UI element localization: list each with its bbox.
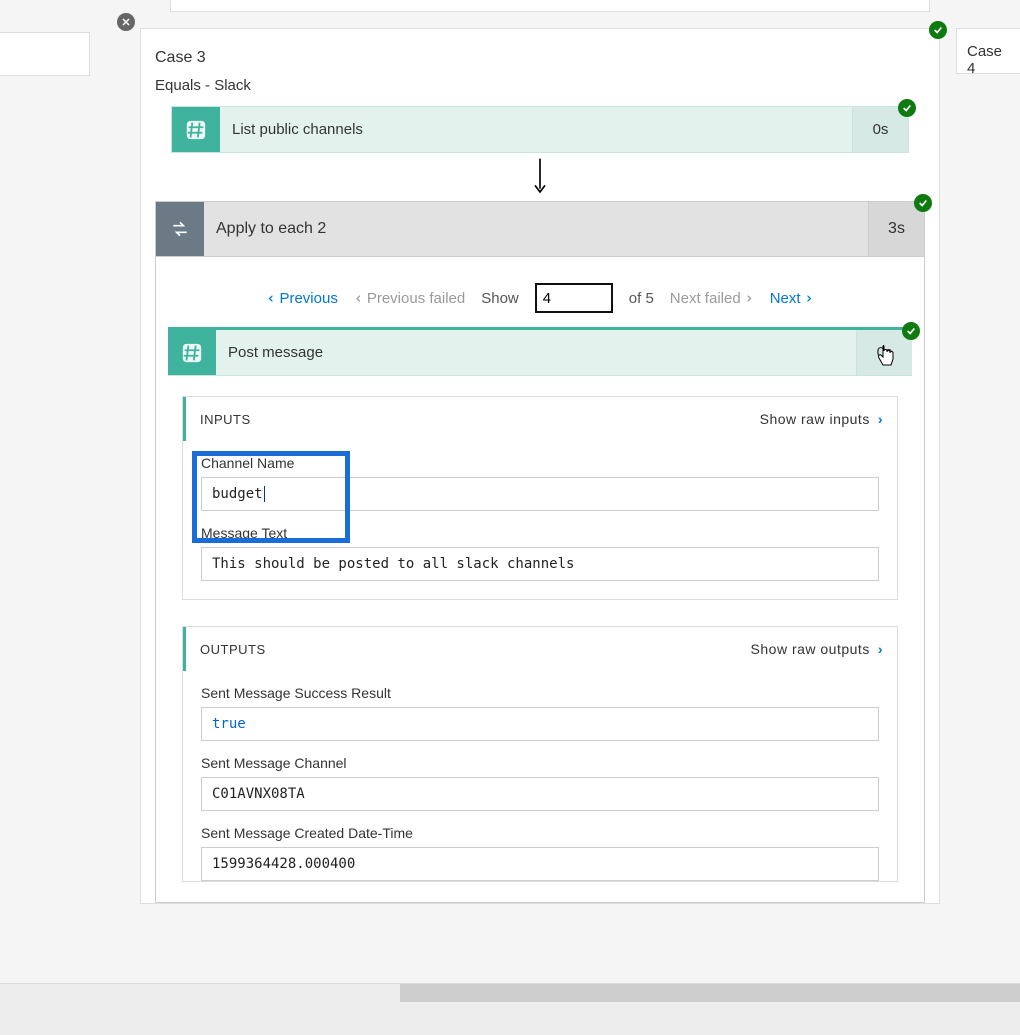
outputs-header-label: OUTPUTS	[200, 642, 266, 657]
case-panel: Case 3 Equals - Slack List public channe…	[140, 28, 940, 904]
iteration-pager: ‹ Previous ‹ Previous failed Show of 5 N…	[168, 273, 912, 327]
outputs-header: OUTPUTS Show raw outputs ›	[183, 627, 897, 671]
channel-name-field: Channel Name budget	[183, 441, 897, 511]
show-raw-outputs-link[interactable]: Show raw outputs ›	[751, 641, 883, 657]
chevron-left-icon: ‹	[266, 289, 275, 307]
chevron-right-icon: ›	[878, 411, 883, 427]
left-case-stub[interactable]	[0, 32, 90, 76]
previous-link[interactable]: ‹ Previous	[266, 289, 337, 307]
sent-channel-value: C01AVNX08TA	[201, 777, 879, 811]
action-list-public-channels[interactable]: List public channels 0s	[171, 106, 909, 153]
show-raw-inputs-label: Show raw inputs	[760, 411, 870, 427]
apply-each-body: ‹ Previous ‹ Previous failed Show of 5 N…	[155, 257, 925, 903]
message-text-value[interactable]: This should be posted to all slack chann…	[201, 547, 879, 581]
previous-failed-label: Previous failed	[367, 290, 465, 307]
previous-label: Previous	[279, 290, 337, 307]
inputs-section: INPUTS Show raw inputs › Channel Name bu…	[182, 396, 898, 600]
previous-failed-link[interactable]: ‹ Previous failed	[354, 289, 465, 307]
next-label: Next	[770, 290, 801, 307]
chevron-right-icon: ›	[878, 641, 883, 657]
created-datetime-label: Sent Message Created Date-Time	[201, 825, 879, 841]
status-check-icon	[898, 99, 916, 117]
show-raw-outputs-label: Show raw outputs	[751, 641, 870, 657]
slack-icon	[168, 330, 216, 375]
iteration-input[interactable]	[535, 283, 613, 313]
message-text-label: Message Text	[201, 525, 879, 541]
right-case-label: Case 4	[967, 43, 1002, 77]
chevron-right-icon: ›	[805, 289, 814, 307]
next-failed-label: Next failed	[670, 290, 741, 307]
inputs-header-label: INPUTS	[200, 412, 251, 427]
apply-title: Apply to each 2	[204, 202, 868, 256]
status-check-icon	[929, 21, 947, 39]
close-glyph: ✕	[121, 16, 130, 29]
action-post-message[interactable]: Post message 0s	[168, 327, 912, 376]
of-label: of 5	[629, 290, 654, 307]
created-datetime-value: 1599364428.000400	[201, 847, 879, 881]
channel-name-label: Channel Name	[201, 455, 879, 471]
flow-arrow-icon	[141, 153, 939, 201]
close-icon[interactable]: ✕	[117, 13, 135, 31]
case-subtitle: Equals - Slack	[141, 77, 939, 100]
sent-channel-field: Sent Message Channel C01AVNX08TA	[183, 741, 897, 811]
outputs-section: OUTPUTS Show raw outputs › Sent Message …	[182, 626, 898, 882]
right-case-stub[interactable]: Case 4	[956, 28, 1020, 74]
success-result-value: true	[201, 707, 879, 741]
created-datetime-field: Sent Message Created Date-Time 159936442…	[183, 811, 897, 881]
success-result-label: Sent Message Success Result	[201, 685, 879, 701]
horizontal-scrollbar[interactable]	[400, 984, 1020, 1002]
post-message-title: Post message	[216, 330, 856, 375]
top-outline-box	[170, 0, 930, 12]
sent-channel-label: Sent Message Channel	[201, 755, 879, 771]
bottom-scroll-area	[0, 983, 1020, 1035]
next-link[interactable]: Next ›	[770, 289, 814, 307]
inputs-header: INPUTS Show raw inputs ›	[183, 397, 897, 441]
channel-name-value[interactable]: budget	[201, 477, 879, 511]
loop-icon	[156, 202, 204, 256]
status-check-icon	[902, 322, 920, 340]
show-raw-inputs-link[interactable]: Show raw inputs ›	[760, 411, 883, 427]
show-label: Show	[481, 290, 519, 307]
chevron-right-icon: ›	[745, 289, 754, 307]
status-check-icon	[914, 194, 932, 212]
case-title: Case 3	[141, 29, 939, 77]
chevron-left-icon: ‹	[354, 289, 363, 307]
message-text-field: Message Text This should be posted to al…	[183, 511, 897, 599]
slack-icon	[172, 107, 220, 152]
success-result-field: Sent Message Success Result true	[183, 671, 897, 741]
action-title: List public channels	[220, 107, 852, 152]
apply-to-each-card[interactable]: Apply to each 2 3s	[155, 201, 925, 257]
next-failed-link[interactable]: Next failed ›	[670, 289, 754, 307]
apply-duration: 3s	[868, 202, 924, 256]
